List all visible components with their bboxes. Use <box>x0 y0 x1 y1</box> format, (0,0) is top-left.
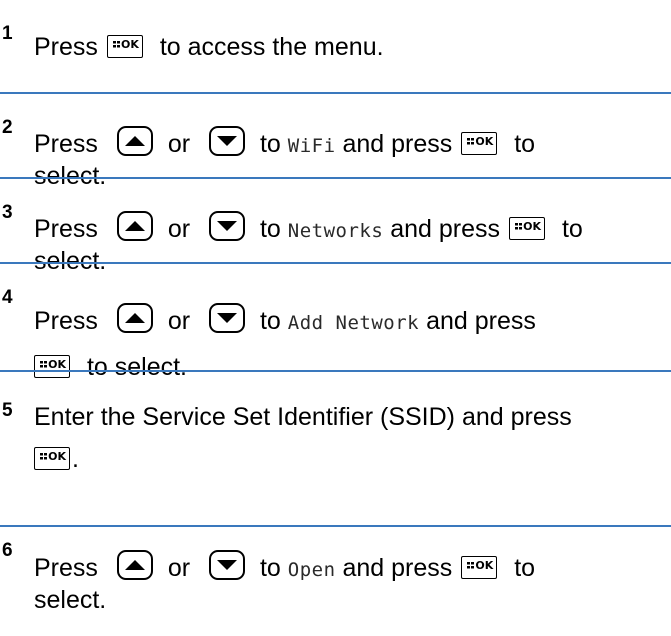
and-press-text: and press <box>426 307 536 335</box>
ok-label: OK <box>475 558 494 572</box>
down-arrow-icon <box>209 211 245 242</box>
step-number: 2 <box>2 117 13 138</box>
or-text: or <box>167 307 191 335</box>
ok-label: OK <box>523 219 541 233</box>
and-press-text: and press <box>342 554 453 582</box>
step-1: 1 Press OK to access the menu. <box>0 0 671 80</box>
step-text: to access the menu. <box>159 33 384 61</box>
step-number: 1 <box>2 23 13 44</box>
down-arrow-icon <box>209 303 245 334</box>
press-text: Press <box>34 130 98 158</box>
and-press-text: and press <box>390 215 501 243</box>
step-text: Enter the Service Set Identifier (SSID) … <box>34 403 572 431</box>
or-text: or <box>167 215 191 243</box>
menu-ok-icon: OK <box>461 131 498 155</box>
step-instruction: Press or to Open and press OK to select. <box>34 550 671 615</box>
menu-item-name: WiFi <box>287 135 336 157</box>
menu-ok-icon: OK <box>34 446 70 470</box>
press-text: Press <box>34 307 98 335</box>
or-text: or <box>167 554 191 582</box>
menu-ok-icon: OK <box>508 216 545 240</box>
menu-ok-icon: OK <box>106 34 143 58</box>
press-text: Press <box>34 33 98 61</box>
step-6: 6 Press or to Open and press OK to selec… <box>0 527 671 636</box>
to-text: to <box>259 554 281 582</box>
to-text: to <box>514 130 536 158</box>
ok-label: OK <box>48 357 66 371</box>
press-text: Press <box>34 554 98 582</box>
up-arrow-icon <box>116 550 153 581</box>
ok-label: OK <box>120 37 139 51</box>
step-4: 4 Press or to Add Network and press OK t… <box>0 264 671 381</box>
step-instruction: Enter the Service Set Identifier (SSID) … <box>34 396 671 480</box>
step-number: 5 <box>2 400 13 421</box>
to-text: to <box>514 554 536 582</box>
step-number: 6 <box>2 540 13 561</box>
to-text: to <box>259 130 281 158</box>
menu-item-name: Add Network <box>287 312 420 334</box>
period-text: . <box>72 445 79 473</box>
step-instruction: Press OK to access the menu. <box>34 32 671 62</box>
down-arrow-icon <box>209 550 245 581</box>
ok-label: OK <box>475 134 494 148</box>
to-text: to <box>561 215 583 243</box>
step-3: 3 Press or to Networks and press OK to s… <box>0 179 671 275</box>
step-number: 3 <box>2 202 13 223</box>
step-number: 4 <box>2 287 13 308</box>
menu-item-name: Open <box>287 559 336 581</box>
to-text: to <box>259 215 281 243</box>
step-2: 2 Press or to WiFi and press OK to selec… <box>0 94 671 190</box>
to-text: to <box>259 307 281 335</box>
press-text: Press <box>34 215 98 243</box>
up-arrow-icon <box>116 126 153 157</box>
select-text: select. <box>34 586 107 614</box>
and-press-text: and press <box>342 130 453 158</box>
menu-ok-icon: OK <box>461 555 498 579</box>
or-text: or <box>167 130 191 158</box>
ok-label: OK <box>48 449 66 463</box>
up-arrow-icon <box>116 211 153 242</box>
up-arrow-icon <box>116 303 153 334</box>
step-5: 5 Enter the Service Set Identifier (SSID… <box>0 372 671 473</box>
menu-item-name: Networks <box>287 220 384 242</box>
down-arrow-icon <box>209 126 245 157</box>
